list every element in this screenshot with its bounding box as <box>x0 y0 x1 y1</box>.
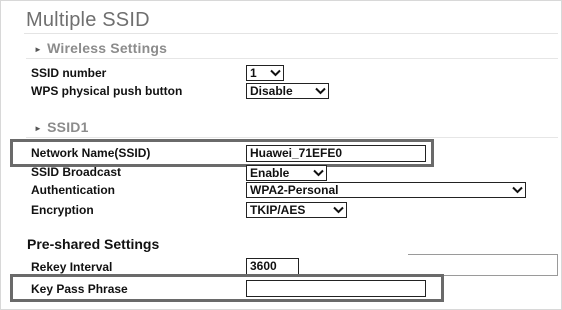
ssid1-heading-text: SSID1 <box>47 119 89 135</box>
wps-button-label: WPS physical push button <box>31 84 183 98</box>
chevron-down-icon <box>333 206 344 214</box>
encryption-value: TKIP/AES <box>250 203 306 217</box>
chevron-down-icon <box>313 169 324 177</box>
key-pass-phrase-label: Key Pass Phrase <box>31 282 128 296</box>
wps-button-select[interactable]: Disable <box>246 83 329 99</box>
ssid-number-select[interactable]: 1 <box>246 65 284 81</box>
encryption-select[interactable]: TKIP/AES <box>246 202 347 218</box>
rekey-interval-input[interactable]: 3600 <box>246 258 299 275</box>
ssid-broadcast-label: SSID Broadcast <box>31 165 122 179</box>
encryption-label: Encryption <box>31 203 94 217</box>
authentication-value: WPA2-Personal <box>250 183 339 197</box>
authentication-label: Authentication <box>31 183 115 197</box>
network-name-label: Network Name(SSID) <box>31 146 151 160</box>
chevron-down-icon <box>512 186 523 194</box>
page-title: Multiple SSID <box>26 9 150 31</box>
title-divider <box>24 33 558 34</box>
authentication-select[interactable]: WPA2-Personal <box>246 182 526 198</box>
wireless-settings-heading: ► Wireless Settings <box>34 40 167 56</box>
bullet-icon: ► <box>34 124 43 133</box>
ssid-number-value: 1 <box>250 66 257 80</box>
wps-button-value: Disable <box>250 84 293 98</box>
chevron-down-icon <box>270 69 281 77</box>
ssid1-divider <box>26 137 558 138</box>
wireless-settings-divider <box>26 58 558 59</box>
chevron-down-icon <box>315 87 326 95</box>
ssid-broadcast-select[interactable]: Enable <box>246 165 327 181</box>
ssid-number-label: SSID number <box>31 66 107 80</box>
rekey-interval-label: Rekey Interval <box>31 260 113 274</box>
ssid-broadcast-value: Enable <box>250 166 290 180</box>
rekey-row-outline <box>408 254 558 276</box>
wireless-settings-heading-text: Wireless Settings <box>47 40 168 56</box>
bullet-icon: ► <box>34 45 43 54</box>
preshared-heading: Pre-shared Settings <box>27 236 160 252</box>
ssid1-heading: ► SSID1 <box>34 119 89 135</box>
network-name-input[interactable]: Huawei_71EFE0 <box>246 145 426 162</box>
key-pass-phrase-input[interactable] <box>246 280 426 297</box>
